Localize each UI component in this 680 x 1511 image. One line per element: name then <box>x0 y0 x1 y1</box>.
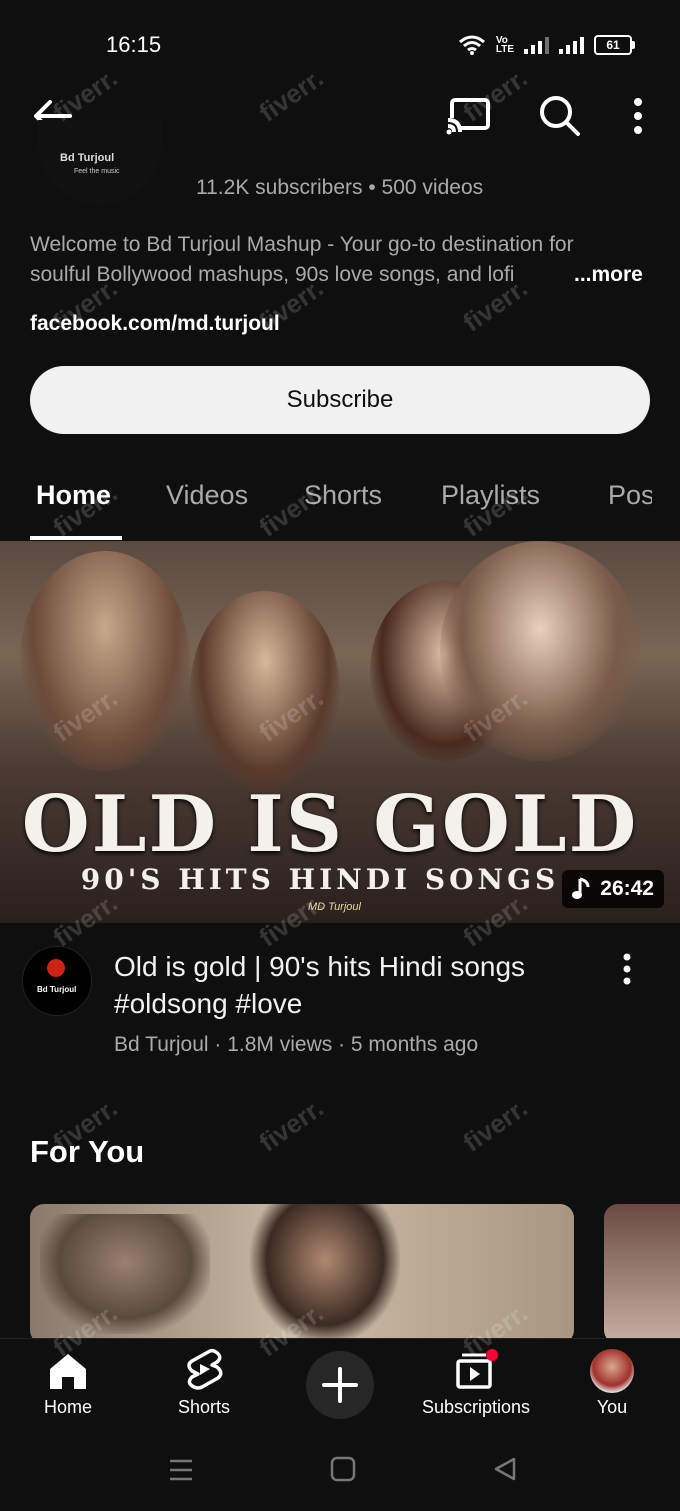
subscribe-button[interactable]: Subscribe <box>30 366 650 434</box>
music-note-icon <box>572 877 590 899</box>
video-channel-avatar[interactable]: Bd Turjoul <box>22 946 92 1016</box>
volte-icon: Vo LTE <box>495 35 514 55</box>
video-more-button[interactable] <box>614 950 640 990</box>
cast-button[interactable] <box>444 94 492 138</box>
plus-icon <box>322 1367 358 1403</box>
duration-text: 26:42 <box>600 877 654 900</box>
avatar <box>590 1349 634 1393</box>
channel-description[interactable]: Welcome to Bd Turjoul Mashup - Your go-t… <box>30 230 650 290</box>
channel-link[interactable]: facebook.com/md.turjoul <box>30 312 280 336</box>
shorts-icon <box>187 1348 223 1390</box>
status-time: 16:15 <box>106 32 162 57</box>
for-you-card-2[interactable] <box>604 1204 680 1344</box>
watermark-text: fiverr. <box>253 1092 329 1158</box>
description-line-1: Welcome to Bd Turjoul Mashup - Your go-t… <box>30 233 574 256</box>
back-nav-icon[interactable] <box>492 1456 518 1482</box>
tab-home[interactable]: Home <box>36 480 111 511</box>
thumbnail-figure-1 <box>20 551 190 771</box>
tab-shorts[interactable]: Shorts <box>304 480 382 511</box>
channel-tabs: Home Videos Shorts Playlists Posts <box>0 470 680 540</box>
watermark-text: fiverr. <box>253 62 329 128</box>
nav-home-label: Home <box>43 1397 92 1417</box>
active-tab-indicator <box>30 536 122 540</box>
card-figure-2 <box>40 1214 210 1334</box>
video-title[interactable]: Old is gold | 90's hits Hindi songs #old… <box>114 948 594 1022</box>
subscriptions-icon <box>456 1349 498 1389</box>
more-options-button[interactable] <box>626 94 650 138</box>
create-button[interactable] <box>306 1351 374 1419</box>
battery-indicator: 61 <box>594 35 635 55</box>
nav-shorts[interactable]: Shorts <box>164 1339 244 1429</box>
watermark-text: fiverr. <box>457 1092 533 1158</box>
tab-videos[interactable]: Videos <box>166 480 248 511</box>
search-icon <box>540 96 580 136</box>
signal-icon <box>524 36 549 54</box>
home-icon <box>50 1354 86 1389</box>
section-title-for-you: For You <box>30 1134 145 1169</box>
for-you-card[interactable] <box>30 1204 574 1344</box>
nav-you-label: You <box>596 1397 628 1417</box>
video-meta: Bd Turjoul · 1.8M views · 5 months ago <box>114 1033 479 1056</box>
nav-subscriptions-label: Subscriptions <box>421 1397 531 1417</box>
wifi-icon <box>458 35 485 55</box>
nav-home[interactable]: Home <box>28 1339 108 1429</box>
thumbnail-figure-2 <box>190 591 340 791</box>
more-link[interactable]: ...more <box>570 260 643 290</box>
thumbnail-subtitle: 90'S HITS HINDI SONGS <box>80 863 560 896</box>
avatar-logo-mark <box>47 959 65 977</box>
more-vert-icon <box>634 98 642 134</box>
nav-you[interactable]: You <box>572 1339 652 1429</box>
channel-stats: 11.2K subscribers • 500 videos <box>196 176 484 199</box>
home-nav-icon[interactable] <box>330 1456 356 1482</box>
tab-playlists[interactable]: Playlists <box>441 480 540 511</box>
search-button[interactable] <box>536 92 582 138</box>
thumbnail-figure-4 <box>440 541 640 761</box>
thumbnail-title: OLD IS GOLD <box>21 779 639 870</box>
system-navigation-bar <box>0 1428 680 1511</box>
channel-avatar-title: Bd Turjoul <box>60 152 115 164</box>
thumbnail-signature: MD Turjoul <box>308 901 361 913</box>
tab-posts[interactable]: Posts <box>608 480 652 511</box>
signal-icon-2 <box>559 36 584 54</box>
nav-subscriptions[interactable]: Subscriptions <box>414 1339 538 1429</box>
recents-icon[interactable] <box>168 1458 194 1482</box>
cast-icon <box>446 98 490 135</box>
channel-avatar[interactable]: Bd Turjoul Feel the music <box>38 120 162 204</box>
video-channel-avatar-label: Bd Turjoul <box>37 985 77 994</box>
bottom-navigation: Home Shorts Subscriptions You <box>0 1338 680 1429</box>
status-icons: Vo LTE 61 <box>458 34 635 56</box>
duration-badge: 26:42 <box>562 870 664 908</box>
channel-avatar-subtitle: Feel the music <box>74 168 120 175</box>
description-line-2: soulful Bollywood mashups, 90s love song… <box>30 263 515 286</box>
more-vert-icon <box>623 953 631 985</box>
card-figure <box>250 1204 400 1344</box>
nav-shorts-label: Shorts <box>177 1397 231 1417</box>
featured-video-thumbnail[interactable]: OLD IS GOLD 90'S HITS HINDI SONGS MD Tur… <box>0 541 680 923</box>
